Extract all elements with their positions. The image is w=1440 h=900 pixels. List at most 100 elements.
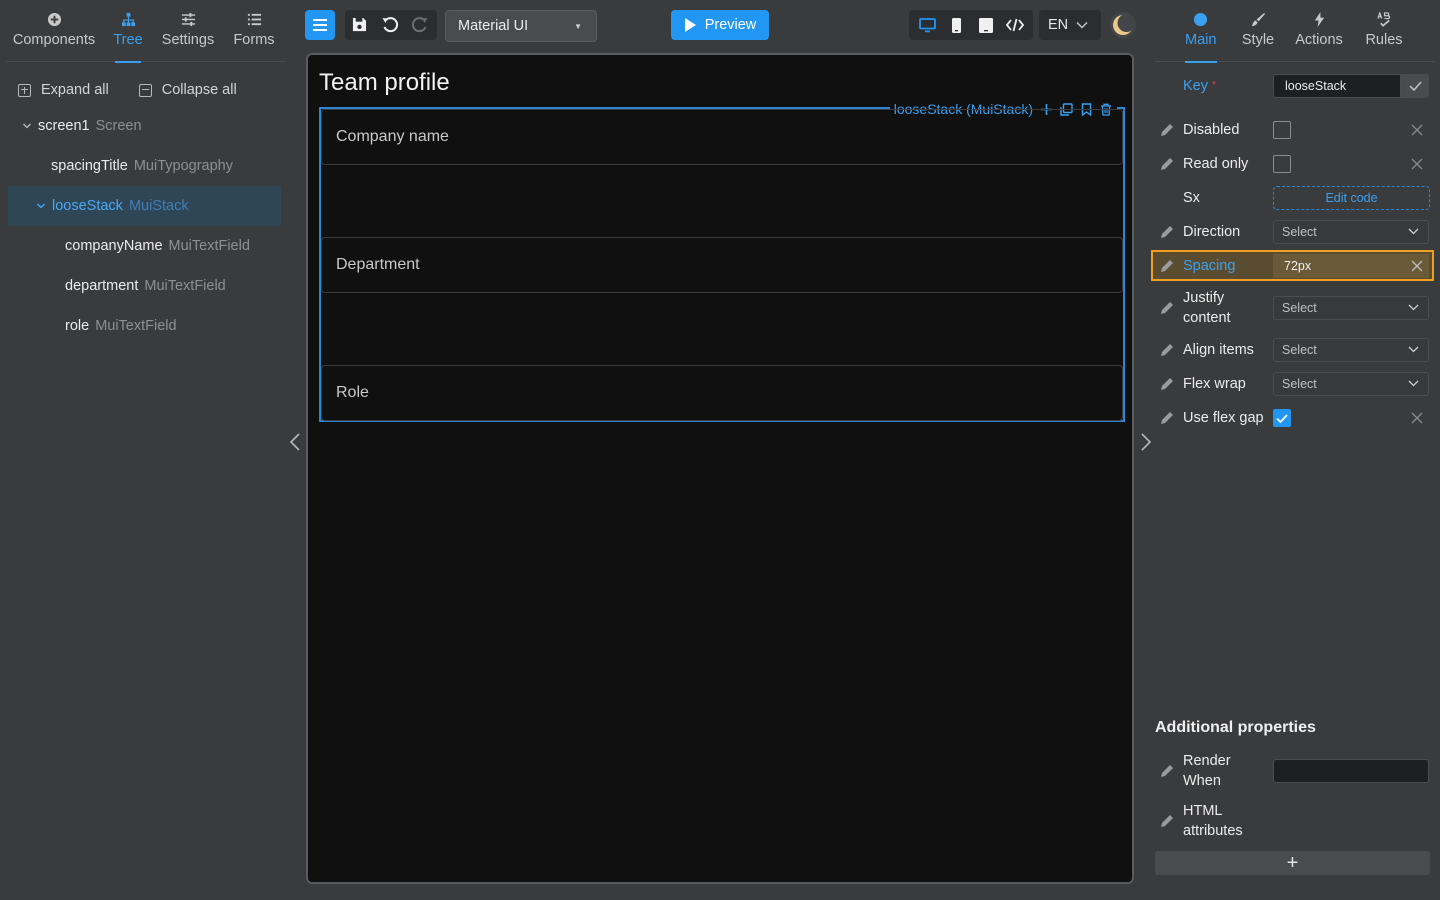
pen-icon [1161, 815, 1173, 827]
menu-button[interactable] [305, 10, 335, 40]
sliders-icon [181, 12, 195, 27]
plus-circle-icon [47, 12, 61, 27]
ui-library-select[interactable]: Material UI ▼ [445, 10, 597, 42]
tab-label: Forms [233, 32, 275, 48]
plus-icon: + [1286, 851, 1299, 874]
check-icon [1408, 81, 1422, 91]
design-canvas[interactable]: Team profile looseStack (MuiStack) Compa… [306, 53, 1134, 884]
key-input[interactable]: looseStack [1273, 74, 1401, 98]
brush-icon [1251, 12, 1265, 27]
read-only-checkbox[interactable] [1273, 155, 1291, 173]
prop-render-when: Render When [1155, 751, 1434, 791]
tab-label: Components [12, 32, 96, 48]
clear-icon[interactable] [1410, 123, 1424, 137]
align-items-select[interactable]: Select [1273, 338, 1429, 362]
language-select[interactable]: EN [1039, 10, 1101, 40]
direction-select[interactable]: Select [1273, 220, 1429, 244]
node-type: MuiStack [128, 198, 189, 214]
pen-icon [1161, 260, 1173, 272]
flex-wrap-label: Flex wrap [1183, 376, 1246, 392]
justify-content-select[interactable]: Select [1273, 296, 1429, 320]
direction-label: Direction [1183, 224, 1241, 240]
caret-down-icon: ▼ [574, 22, 582, 31]
tree-node-department[interactable]: department MuiTextField [8, 266, 281, 306]
department-field[interactable]: Department [321, 237, 1123, 293]
justify-content-label: Justify content [1183, 290, 1231, 326]
collapse-right-panel-icon[interactable] [1140, 432, 1152, 452]
left-tab-bar: Components Tree Settings Forms [6, 0, 286, 62]
device-switcher [909, 10, 1033, 40]
desktop-view-button[interactable] [915, 12, 941, 38]
pen-icon [1161, 412, 1173, 424]
mobile-view-button[interactable] [944, 12, 970, 38]
tab-forms[interactable]: Forms [231, 0, 277, 62]
tab-settings[interactable]: Settings [159, 0, 217, 62]
prop-sx: Sx Edit code [1155, 186, 1434, 210]
menu-icon [313, 19, 327, 31]
pen-icon [1161, 158, 1173, 170]
field-label: Company name [336, 128, 449, 145]
node-type: Screen [95, 118, 142, 134]
tab-label: Tree [113, 32, 143, 48]
key-confirm-button[interactable] [1401, 74, 1429, 98]
tab-actions[interactable]: Actions [1295, 0, 1343, 62]
clear-icon[interactable] [1410, 157, 1424, 171]
theme-toggle[interactable] [1110, 12, 1136, 38]
tree-node-spacingTitle[interactable]: spacingTitle MuiTypography [8, 146, 281, 186]
tab-components[interactable]: Components [12, 0, 96, 62]
tree-node-companyName[interactable]: companyName MuiTextField [8, 226, 281, 266]
render-when-input[interactable] [1273, 759, 1429, 783]
company-name-field[interactable]: Company name [321, 109, 1123, 165]
loose-stack[interactable]: looseStack (MuiStack) Company name Depar… [319, 100, 1125, 422]
disabled-checkbox[interactable] [1273, 121, 1291, 139]
preview-button[interactable]: Preview [671, 10, 769, 40]
tablet-icon [978, 17, 993, 33]
tree-node-screen1[interactable]: screen1 Screen [8, 106, 281, 146]
tree-node-role[interactable]: role MuiTextField [8, 306, 281, 346]
prop-disabled: Disabled [1155, 120, 1434, 140]
node-name: spacingTitle [51, 158, 128, 174]
node-type: MuiTypography [133, 158, 233, 174]
check-icon [1276, 413, 1288, 423]
undo-button[interactable] [381, 16, 399, 39]
left-panel: Components Tree Settings Forms Expand al… [0, 0, 290, 900]
chevron-down-icon [1408, 228, 1419, 235]
collapse-left-panel-icon[interactable] [289, 432, 301, 452]
clear-icon[interactable] [1410, 259, 1424, 273]
expand-all-label: Expand all [41, 82, 109, 98]
sx-label: Sx [1183, 190, 1200, 206]
pen-icon [1161, 226, 1173, 238]
undo-icon [382, 17, 399, 33]
chevron-down-icon [23, 123, 31, 129]
moon-icon [1113, 14, 1134, 35]
mobile-icon [952, 17, 961, 33]
tab-rules[interactable]: Rules [1363, 0, 1405, 62]
expand-all-button[interactable]: Expand all [18, 82, 109, 98]
tree-node-looseStack[interactable]: looseStack MuiStack [8, 186, 281, 226]
role-field[interactable]: Role [321, 365, 1123, 421]
edit-code-button[interactable]: Edit code [1273, 186, 1430, 210]
clear-icon[interactable] [1410, 411, 1424, 425]
flex-wrap-select[interactable]: Select [1273, 372, 1429, 396]
use-flex-gap-checkbox[interactable] [1273, 409, 1291, 427]
spacing-input[interactable]: 72px [1273, 254, 1429, 278]
tab-tree[interactable]: Tree [108, 0, 148, 62]
prop-read-only: Read only [1155, 154, 1434, 174]
page-title[interactable]: Team profile [319, 69, 450, 97]
additional-properties-title: Additional properties [1155, 719, 1316, 736]
chevron-down-icon [1408, 346, 1419, 353]
use-flex-gap-label: Use flex gap [1183, 410, 1264, 426]
redo-button[interactable] [411, 16, 429, 39]
redo-icon [411, 17, 428, 33]
chevron-down-icon [1076, 22, 1088, 29]
collapse-all-button[interactable]: Collapse all [138, 82, 237, 98]
code-view-button[interactable] [1002, 12, 1028, 38]
tab-style[interactable]: Style [1240, 0, 1276, 62]
collapse-icon [138, 83, 152, 97]
collapse-all-label: Collapse all [161, 82, 237, 98]
circle-icon [1194, 12, 1208, 27]
save-button[interactable] [352, 17, 367, 37]
add-html-attribute-button[interactable]: + [1155, 851, 1430, 875]
tab-main[interactable]: Main [1185, 0, 1216, 62]
tablet-view-button[interactable] [973, 12, 999, 38]
